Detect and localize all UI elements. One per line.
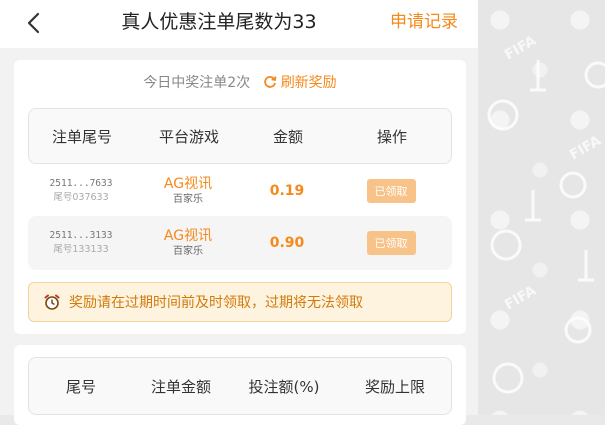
winning-bets-card: 今日中奖注单2次 刷新奖励 注单尾号 平台游戏 金额 操作 2511...763… <box>14 60 466 334</box>
refresh-label: 刷新奖励 <box>280 75 337 91</box>
column-header: 奖励上限 <box>364 377 425 396</box>
amount-cell: 0.19 <box>269 183 305 199</box>
platform-cell: AG视讯 百家乐 <box>134 227 242 259</box>
platform-name: AG视讯 <box>163 228 213 244</box>
notice-text: 奖励请在过期时间前及时领取，过期将无法领取 <box>69 295 363 311</box>
expiry-notice: 奖励请在过期时间前及时领取，过期将无法领取 <box>28 282 452 322</box>
top-bar: 真人优惠注单尾数为33 申请记录 <box>0 0 478 48</box>
summary-line: 今日中奖注单2次 刷新奖励 <box>14 72 466 94</box>
column-header: 投注额(%) <box>248 377 320 396</box>
football-pattern: FIFA FIFA FIFA <box>487 33 605 394</box>
refresh-reward-button[interactable]: 刷新奖励 <box>263 75 337 91</box>
bet-tail-number: 尾号037633 <box>53 192 109 203</box>
bet-tail-number: 尾号133133 <box>53 244 109 255</box>
reward-rules-card: 尾号 注单金额 投注额(%) 奖励上限 <box>14 345 466 425</box>
amount-cell: 0.90 <box>269 235 305 251</box>
column-header: 金额 <box>272 127 303 146</box>
platform-name: AG视讯 <box>163 176 213 192</box>
column-header: 操作 <box>376 127 407 146</box>
main-panel: 真人优惠注单尾数为33 申请记录 今日中奖注单2次 刷新奖励 注单尾号 平台游戏… <box>0 0 478 425</box>
action-cell: 已领取 <box>332 231 450 255</box>
watermark-text: FIFA <box>567 133 604 164</box>
column-header: 平台游戏 <box>158 127 219 146</box>
platform-cell: AG视讯 百家乐 <box>134 175 242 207</box>
table-row: 2511...7633 尾号037633 AG视讯 百家乐 0.19 已领取 <box>28 164 452 218</box>
bet-id-cell: 2511...3133 尾号133133 <box>28 229 134 257</box>
game-name: 百家乐 <box>173 246 203 257</box>
column-header: 注单尾号 <box>51 127 112 146</box>
watermark-text: FIFA <box>502 283 539 314</box>
action-cell: 已领取 <box>332 179 450 203</box>
apply-record-link[interactable]: 申请记录 <box>390 8 458 36</box>
refresh-icon <box>263 76 277 88</box>
claimed-button[interactable]: 已领取 <box>366 231 416 255</box>
rules-table-header: 尾号 注单金额 投注额(%) 奖励上限 <box>28 357 452 415</box>
column-header: 尾号 <box>65 377 96 396</box>
bet-id: 2511...3133 <box>49 230 113 241</box>
table-header: 注单尾号 平台游戏 金额 操作 <box>28 108 452 164</box>
claimed-button[interactable]: 已领取 <box>366 179 416 203</box>
alarm-clock-icon <box>44 294 60 310</box>
bet-id: 2511...7633 <box>49 178 113 189</box>
trophy-icon <box>578 250 594 282</box>
bet-id-cell: 2511...7633 尾号037633 <box>28 177 134 205</box>
trophy-icon <box>530 60 546 92</box>
table-row: 2511...3133 尾号133133 AG视讯 百家乐 0.90 已领取 <box>28 216 452 270</box>
watermark-text: FIFA <box>502 33 539 64</box>
page-title: 真人优惠注单尾数为33 <box>121 11 317 33</box>
game-name: 百家乐 <box>173 194 203 205</box>
back-arrow-icon[interactable] <box>24 12 44 34</box>
column-header: 注单金额 <box>150 377 211 396</box>
trophy-icon <box>525 190 541 222</box>
winning-count-text: 今日中奖注单2次 <box>143 75 251 91</box>
